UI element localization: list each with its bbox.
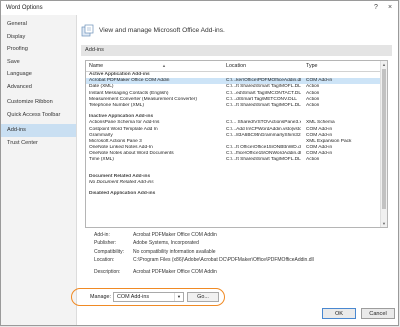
group-header: Disabled Application Add-ins [89, 191, 156, 196]
section-label-add-ins: Add-ins [81, 45, 392, 56]
addins-icon [81, 24, 94, 37]
sidebar-item-quick-access-toolbar[interactable]: Quick Access Toolbar [1, 109, 76, 122]
sidebar-item-add-ins[interactable]: Add-ins [1, 124, 76, 137]
go-button[interactable]: Go... [187, 292, 219, 302]
manage-selected-value: COM Add-ins [117, 294, 150, 300]
description-value: Acrobat PDFMaker Office COM Addin [133, 269, 217, 276]
column-header-location[interactable]: Location [226, 61, 246, 71]
chevron-down-icon[interactable]: ▼ [174, 293, 183, 301]
manage-label: Manage: [90, 294, 111, 300]
window-title: Word Options [6, 5, 43, 11]
scroll-up-icon[interactable]: ▲ [381, 61, 387, 68]
compatibility-label: Compatibility: [94, 248, 125, 255]
title-controls: ? × [372, 1, 394, 15]
cancel-button[interactable]: Cancel [361, 308, 395, 319]
help-icon[interactable]: ? [372, 1, 380, 15]
scroll-down-icon[interactable]: ▼ [381, 220, 387, 227]
sort-ascending-icon: ▲ [162, 63, 166, 68]
manage-highlight: Manage: COM Add-ins ▼ Go... [71, 288, 225, 306]
close-icon[interactable]: × [386, 1, 394, 15]
addins-list[interactable]: Name ▲ Location Type Active Application … [85, 60, 388, 228]
options-sidebar: General Display Proofing Save Language A… [1, 15, 77, 325]
sidebar-item-general[interactable]: General [1, 18, 76, 31]
column-header-type[interactable]: Type [306, 61, 317, 71]
sidebar-item-save[interactable]: Save [1, 56, 76, 69]
sidebar-item-advanced[interactable]: Advanced [1, 81, 76, 94]
location-label: Location: [94, 256, 115, 263]
word-options-window: Word Options ? × General Display Proofin… [0, 0, 399, 326]
location-value: C:\Program Files (x86)\Adobe\Acrobat DC\… [133, 256, 314, 263]
scroll-thumb[interactable] [382, 69, 386, 209]
publisher-label: Publisher: [94, 240, 117, 247]
manage-dropdown[interactable]: COM Add-ins ▼ [113, 292, 184, 302]
list-column-headers: Name ▲ Location Type [86, 61, 380, 72]
addin-details: Add-in: Acrobat PDFMaker Office COM Addin… [85, 231, 388, 276]
list-rows: Active Application Add-ins Acrobat PDFMa… [86, 72, 380, 197]
compatibility-value: No compatibility information available [133, 248, 216, 255]
page-header: View and manage Microsoft Office Add-ins… [81, 22, 225, 38]
sidebar-item-language[interactable]: Language [1, 68, 76, 81]
addin-label: Add-in: [94, 232, 110, 238]
description-label: Description: [94, 269, 121, 276]
page-heading: View and manage Microsoft Office Add-ins… [99, 26, 225, 34]
sidebar-item-display[interactable]: Display [1, 31, 76, 44]
sidebar-item-proofing[interactable]: Proofing [1, 43, 76, 56]
title-bar: Word Options ? × [1, 1, 398, 15]
sidebar-item-customize-ribbon[interactable]: Customize Ribbon [1, 96, 76, 109]
column-header-name[interactable]: Name [89, 61, 103, 71]
list-scrollbar[interactable]: ▲ ▼ [380, 61, 387, 227]
ok-button[interactable]: OK [322, 308, 356, 319]
publisher-value: Adobe Systems, Incorporated [133, 240, 199, 247]
addin-value: Acrobat PDFMaker Office COM Addin [133, 232, 217, 238]
content-pane: View and manage Microsoft Office Add-ins… [79, 15, 392, 305]
sidebar-item-trust-center[interactable]: Trust Center [1, 137, 76, 150]
